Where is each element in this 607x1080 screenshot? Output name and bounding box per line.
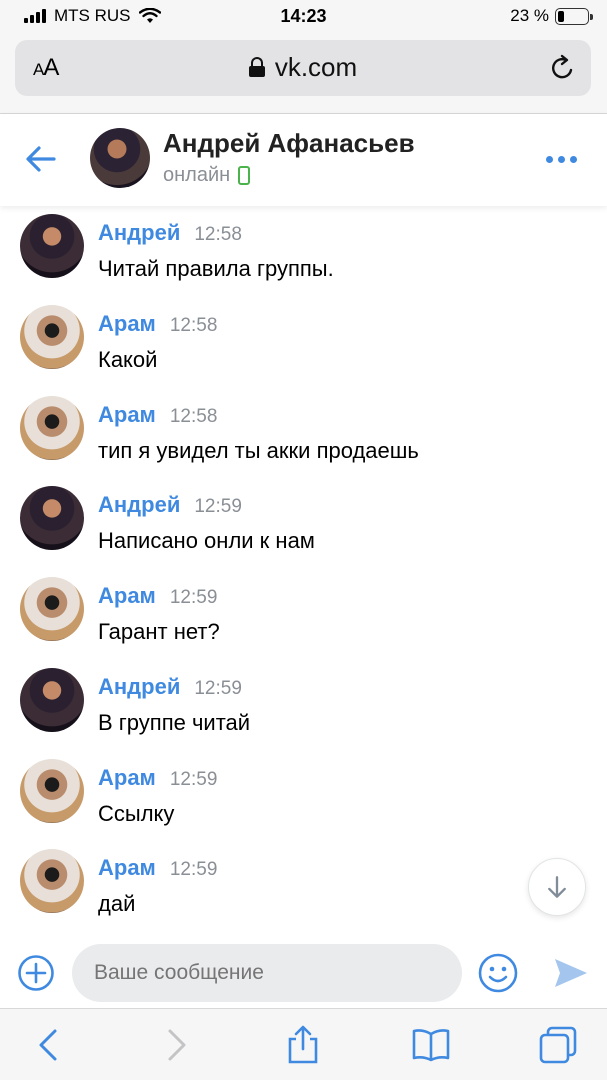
message-time: 12:59 (169, 769, 218, 790)
message-time: 12:58 (169, 315, 218, 336)
reload-icon[interactable] (549, 54, 577, 82)
avatar[interactable] (20, 759, 84, 823)
message-header: Арам 12:59 (98, 765, 217, 791)
message-author[interactable]: Арам (98, 583, 156, 609)
avatar[interactable] (20, 486, 84, 550)
avatar[interactable] (20, 305, 84, 369)
message-header: Арам 12:59 (98, 855, 217, 881)
mobile-online-icon (238, 166, 251, 185)
message: Арам 12:58 Какой (0, 303, 607, 393)
back-arrow-icon[interactable] (24, 142, 58, 176)
avatar[interactable] (20, 396, 84, 460)
message-author[interactable]: Арам (98, 855, 156, 881)
online-status: онлайн (163, 164, 251, 187)
message-text: тип я увидел ты акки продаешь (98, 438, 419, 463)
message-time: 12:59 (194, 496, 242, 517)
message-header: Андрей 12:58 (98, 220, 242, 246)
message-time: 12:58 (169, 406, 218, 427)
url-text: vk.com (274, 52, 358, 82)
bookmarks-icon[interactable] (411, 1025, 451, 1065)
message-text: Ссылку (98, 801, 175, 826)
message-header: Андрей 12:59 (98, 674, 242, 700)
back-nav-icon[interactable] (30, 1025, 70, 1065)
message: Арам 12:58 тип я увидел ты акки продаешь (0, 394, 607, 484)
message-text: дай (98, 891, 136, 916)
add-icon[interactable] (17, 954, 55, 992)
message-header: Арам 12:58 (98, 402, 217, 428)
status-right: 23 % (510, 6, 593, 26)
status-bar: MTS RUS 14:23 23 % (0, 0, 607, 34)
share-icon[interactable] (283, 1025, 323, 1065)
composer (0, 936, 607, 1008)
message: Андрей 12:58 Читай правила группы. (0, 212, 607, 302)
battery-icon (555, 7, 593, 25)
tabs-icon[interactable] (538, 1025, 578, 1065)
emoji-icon[interactable] (477, 952, 519, 994)
message: Андрей 12:59 Написано онли к нам (0, 484, 607, 574)
battery-level (558, 10, 565, 22)
message-header: Андрей 12:59 (98, 492, 242, 518)
message: Арам 12:59 дай (0, 847, 607, 936)
lock-icon (248, 57, 265, 77)
message-author[interactable]: Арам (98, 311, 156, 337)
message-text: В группе читай (98, 710, 251, 735)
send-icon[interactable] (552, 954, 590, 992)
message-list[interactable]: Андрей 12:58 Читай правила группы. Арам … (0, 206, 607, 936)
message-time: 12:59 (194, 678, 242, 699)
avatar[interactable] (20, 849, 84, 913)
chat-title[interactable]: Андрей Афанасьев (163, 128, 415, 159)
avatar[interactable] (20, 214, 84, 278)
browser-bar: AA vk.com (0, 34, 607, 114)
address-bar[interactable]: AA vk.com (15, 40, 591, 96)
url-display[interactable]: vk.com (15, 52, 591, 83)
chat-header: Андрей Афанасьев онлайн (0, 114, 607, 206)
browser-toolbar (0, 1008, 607, 1080)
arrow-down-icon[interactable] (528, 858, 586, 916)
message-text: Читай правила группы. (98, 256, 334, 281)
message-header: Арам 12:59 (98, 583, 217, 609)
message-text: Какой (98, 347, 158, 372)
message-header: Арам 12:58 (98, 311, 217, 337)
message-time: 12:58 (194, 224, 242, 245)
message-author[interactable]: Андрей (98, 220, 180, 246)
more-icon[interactable] (546, 156, 577, 163)
message-text: Гарант нет? (98, 619, 220, 644)
message-author[interactable]: Андрей (98, 492, 180, 518)
message-author[interactable]: Арам (98, 402, 156, 428)
message-input[interactable] (72, 944, 462, 1002)
forward-nav-icon[interactable] (155, 1025, 195, 1065)
message-text: Написано онли к нам (98, 528, 315, 553)
avatar[interactable] (20, 668, 84, 732)
message-time: 12:59 (169, 859, 218, 880)
message: Арам 12:59 Гарант нет? (0, 575, 607, 665)
message: Андрей 12:59 В группе читай (0, 666, 607, 756)
message-author[interactable]: Арам (98, 765, 156, 791)
avatar[interactable] (20, 577, 84, 641)
message-author[interactable]: Андрей (98, 674, 180, 700)
battery-percent: 23 % (510, 6, 549, 25)
message: Арам 12:59 Ссылку (0, 757, 607, 847)
avatar[interactable] (90, 128, 150, 188)
status-text: онлайн (163, 164, 231, 186)
message-time: 12:59 (169, 587, 218, 608)
